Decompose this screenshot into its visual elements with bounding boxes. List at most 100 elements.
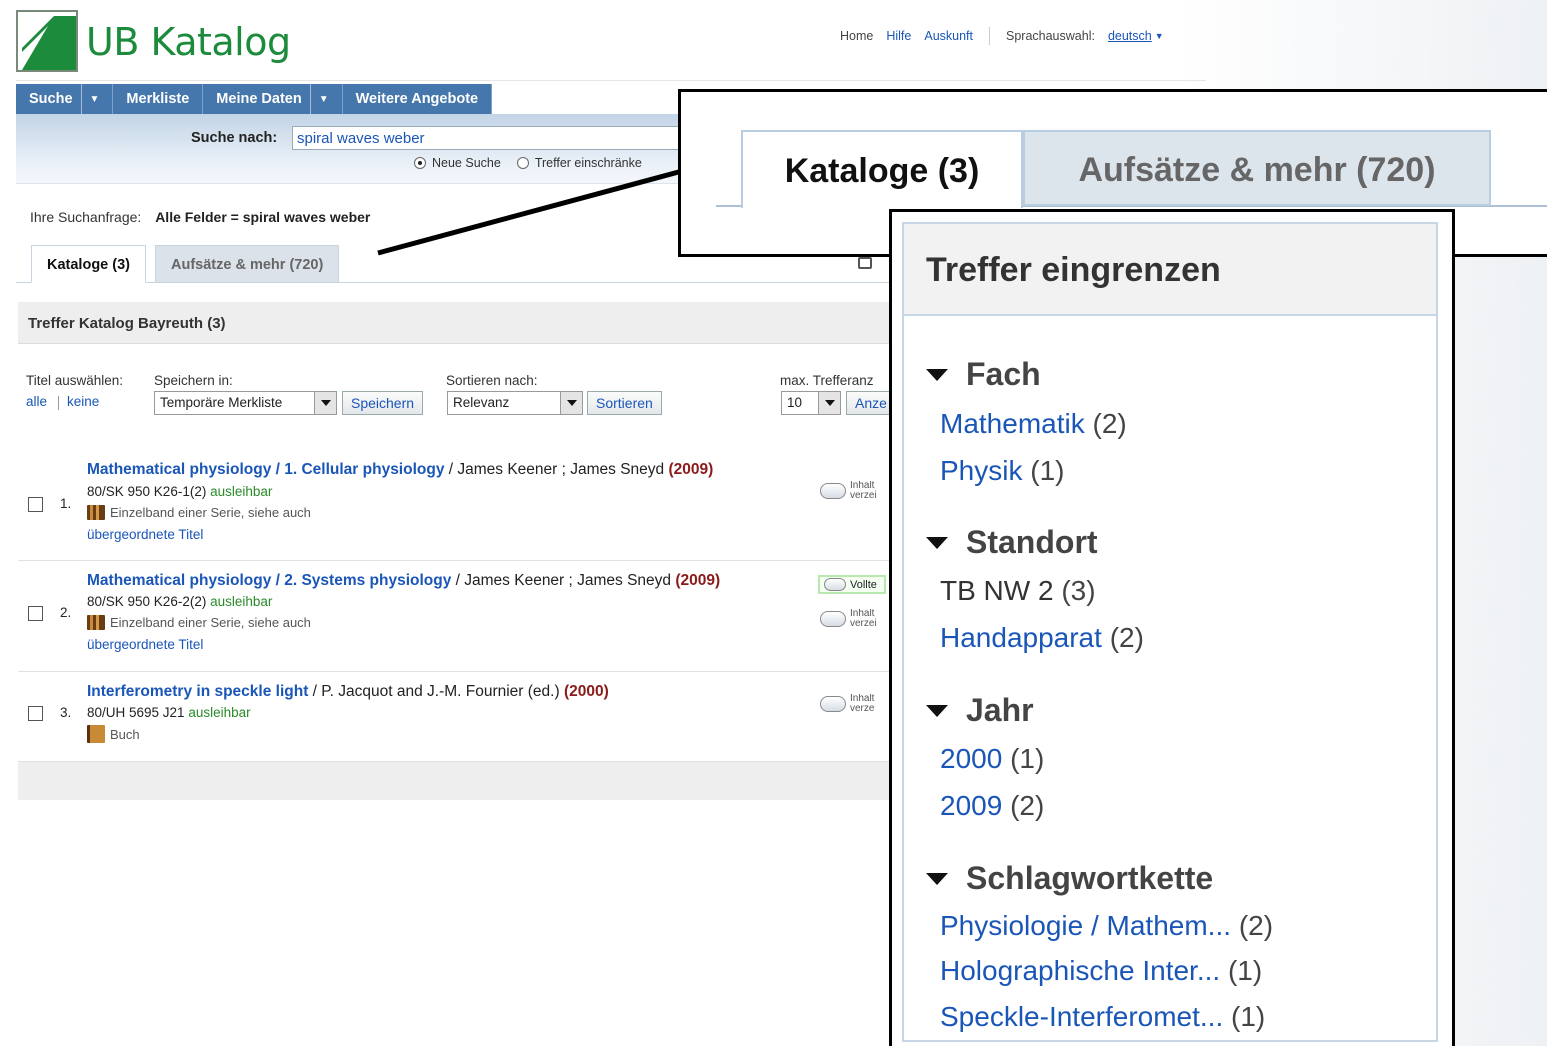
tab-articles[interactable]: Aufsätze & mehr (720) (155, 245, 340, 283)
query-summary: Ihre Suchanfrage: Alle Felder = spiral w… (30, 209, 370, 225)
triangle-down-icon[interactable] (926, 368, 948, 381)
facet-item[interactable]: Mathematik (2) (940, 408, 1127, 440)
result-signature-line: 80/SK 950 K26-1(2) ausleihbar (87, 484, 272, 499)
result-checkbox[interactable] (28, 706, 43, 721)
tab-catalogs-zoomed[interactable]: Kataloge (3) (741, 130, 1023, 208)
facet-item[interactable]: 2009 (2) (940, 790, 1044, 822)
series-volume-icon (87, 615, 105, 630)
facet-item[interactable]: 2000 (1) (940, 743, 1044, 775)
language-select[interactable]: deutsch (1108, 29, 1152, 43)
sort-select[interactable]: Relevanz (447, 391, 583, 415)
chevron-down-icon[interactable]: ▼ (80, 84, 99, 115)
result-number: 1. (60, 496, 72, 511)
parent-title-link[interactable]: übergeordnete Titel (87, 527, 203, 542)
facet-item-count: (1) (1231, 1001, 1266, 1032)
result-title-link[interactable]: Mathematical physiology / 1. Cellular ph… (87, 461, 444, 478)
result-title-line: Mathematical physiology / 2. Systems phy… (87, 572, 720, 590)
triangle-down-icon[interactable] (926, 704, 948, 717)
chevron-down-icon[interactable]: ▼ (309, 84, 329, 115)
table-of-contents-link[interactable]: Inhalt verzei (820, 481, 890, 501)
availability-status: ausleihbar (210, 484, 273, 499)
main-nav: Suche ▼ Merkliste Meine Daten ▼ Weitere … (16, 84, 493, 115)
facet-item-label: Physik (940, 455, 1023, 486)
parent-title-link[interactable]: übergeordnete Titel (87, 637, 203, 652)
select-titles-label: Titel auswählen: (26, 373, 124, 388)
nav-item-merkliste[interactable]: Merkliste (113, 84, 204, 115)
facet-group-label: Standort (966, 524, 1098, 560)
result-checkbox[interactable] (28, 606, 43, 621)
result-type: Buch (87, 725, 140, 743)
select-none-link[interactable]: keine (67, 394, 99, 409)
book-icon (87, 725, 105, 743)
toc-icon (820, 483, 846, 499)
radio-icon (516, 157, 529, 169)
facet-group-fach[interactable]: Fach (926, 356, 1041, 393)
sort-value: Relevanz (453, 395, 510, 410)
facet-header: Treffer eingrenzen (904, 224, 1436, 316)
top-links: Home Hilfe Auskunft Sprachauswahl: deuts… (840, 27, 1164, 45)
chevron-down-icon[interactable]: ▼ (1155, 31, 1164, 41)
toc-icon (820, 611, 846, 627)
result-signature: 80/SK 950 K26-1(2) (87, 484, 207, 499)
save-target-select[interactable]: Temporäre Merkliste (154, 391, 337, 415)
chevron-down-icon[interactable] (818, 392, 840, 414)
result-title-link[interactable]: Interferometry in speckle light (87, 683, 308, 700)
facet-group-standort[interactable]: Standort (926, 524, 1098, 561)
chevron-down-icon[interactable] (560, 392, 582, 414)
nav-item-meine-daten[interactable]: Meine Daten ▼ (203, 84, 343, 115)
select-all-link[interactable]: alle (26, 394, 47, 409)
result-checkbox[interactable] (28, 497, 43, 512)
toc-label: Inhalt verzei (850, 481, 877, 501)
triangle-down-icon[interactable] (926, 872, 948, 885)
save-target-value: Temporäre Merkliste (160, 395, 283, 410)
tab-catalogs[interactable]: Kataloge (3) (31, 245, 146, 283)
sort-button[interactable]: Sortieren (587, 391, 662, 415)
facet-group-jahr[interactable]: Jahr (926, 692, 1034, 729)
help-link[interactable]: Hilfe (886, 29, 911, 43)
radio-narrow-results[interactable]: Treffer einschränke (516, 156, 642, 170)
triangle-down-icon[interactable] (926, 536, 948, 549)
max-results-select[interactable]: 10 (781, 391, 841, 415)
facet-item-count: (1) (1227, 955, 1263, 986)
result-title-link[interactable]: Mathematical physiology / 2. Systems phy… (87, 572, 451, 589)
nav-item-label: Weitere Angebote (355, 91, 479, 107)
search-input[interactable] (292, 126, 712, 150)
radio-new-search[interactable]: Neue Suche (414, 156, 501, 170)
facet-group-schlagwortkette[interactable]: Schlagwortkette (926, 860, 1213, 897)
facet-item-label: Holographische Inter... (940, 955, 1221, 986)
nav-item-weitere-angebote[interactable]: Weitere Angebote (343, 84, 493, 115)
facet-item-count: (1) (1030, 455, 1065, 486)
nav-item-label: Suche (29, 91, 73, 107)
logo-mark-icon (22, 16, 76, 70)
chevron-down-icon[interactable] (314, 392, 336, 414)
facet-item-label: 2000 (940, 743, 1003, 774)
facet-item[interactable]: Physiologie / Mathem... (2) (940, 910, 1273, 942)
tab-articles-zoomed[interactable]: Aufsätze & mehr (720) (1023, 130, 1491, 206)
print-icon[interactable] (858, 257, 872, 269)
nav-item-suche[interactable]: Suche ▼ (16, 84, 114, 115)
results-header: Treffer Katalog Bayreuth (3) (18, 302, 898, 344)
home-link[interactable]: Home (840, 29, 873, 43)
result-number: 3. (60, 705, 72, 720)
facet-item[interactable]: TB NW 2 (3) (940, 575, 1096, 607)
facet-item[interactable]: Handapparat (2) (940, 622, 1144, 654)
result-row: 3. Interferometry in speckle light / P. … (18, 672, 898, 762)
facet-group-label: Jahr (966, 692, 1034, 728)
info-link[interactable]: Auskunft (924, 29, 973, 43)
table-of-contents-link[interactable]: Inhalt verzei (820, 609, 890, 629)
facet-item[interactable]: Physik (1) (940, 455, 1064, 487)
facet-item-label: Mathematik (940, 408, 1085, 439)
result-title-line: Interferometry in speckle light / P. Jac… (87, 683, 609, 701)
facet-item[interactable]: Holographische Inter... (1) (940, 955, 1262, 987)
zoom-callout-facets: Treffer eingrenzen Fach Mathematik (2) P… (889, 209, 1455, 1046)
facet-item[interactable]: Speckle-Interferomet... (1) (940, 1001, 1265, 1033)
series-volume-icon (87, 505, 105, 520)
result-year: (2000) (563, 683, 609, 700)
full-text-link[interactable]: Vollte (818, 575, 886, 594)
save-button[interactable]: Speichern (342, 391, 424, 415)
results-footer (18, 762, 898, 800)
facet-group-label: Schlagwortkette (966, 860, 1214, 896)
result-signature-line: 80/SK 950 K26-2(2) ausleihbar (87, 594, 272, 609)
table-of-contents-link[interactable]: Inhalt verze (820, 694, 890, 714)
ub-logo[interactable] (16, 10, 78, 72)
